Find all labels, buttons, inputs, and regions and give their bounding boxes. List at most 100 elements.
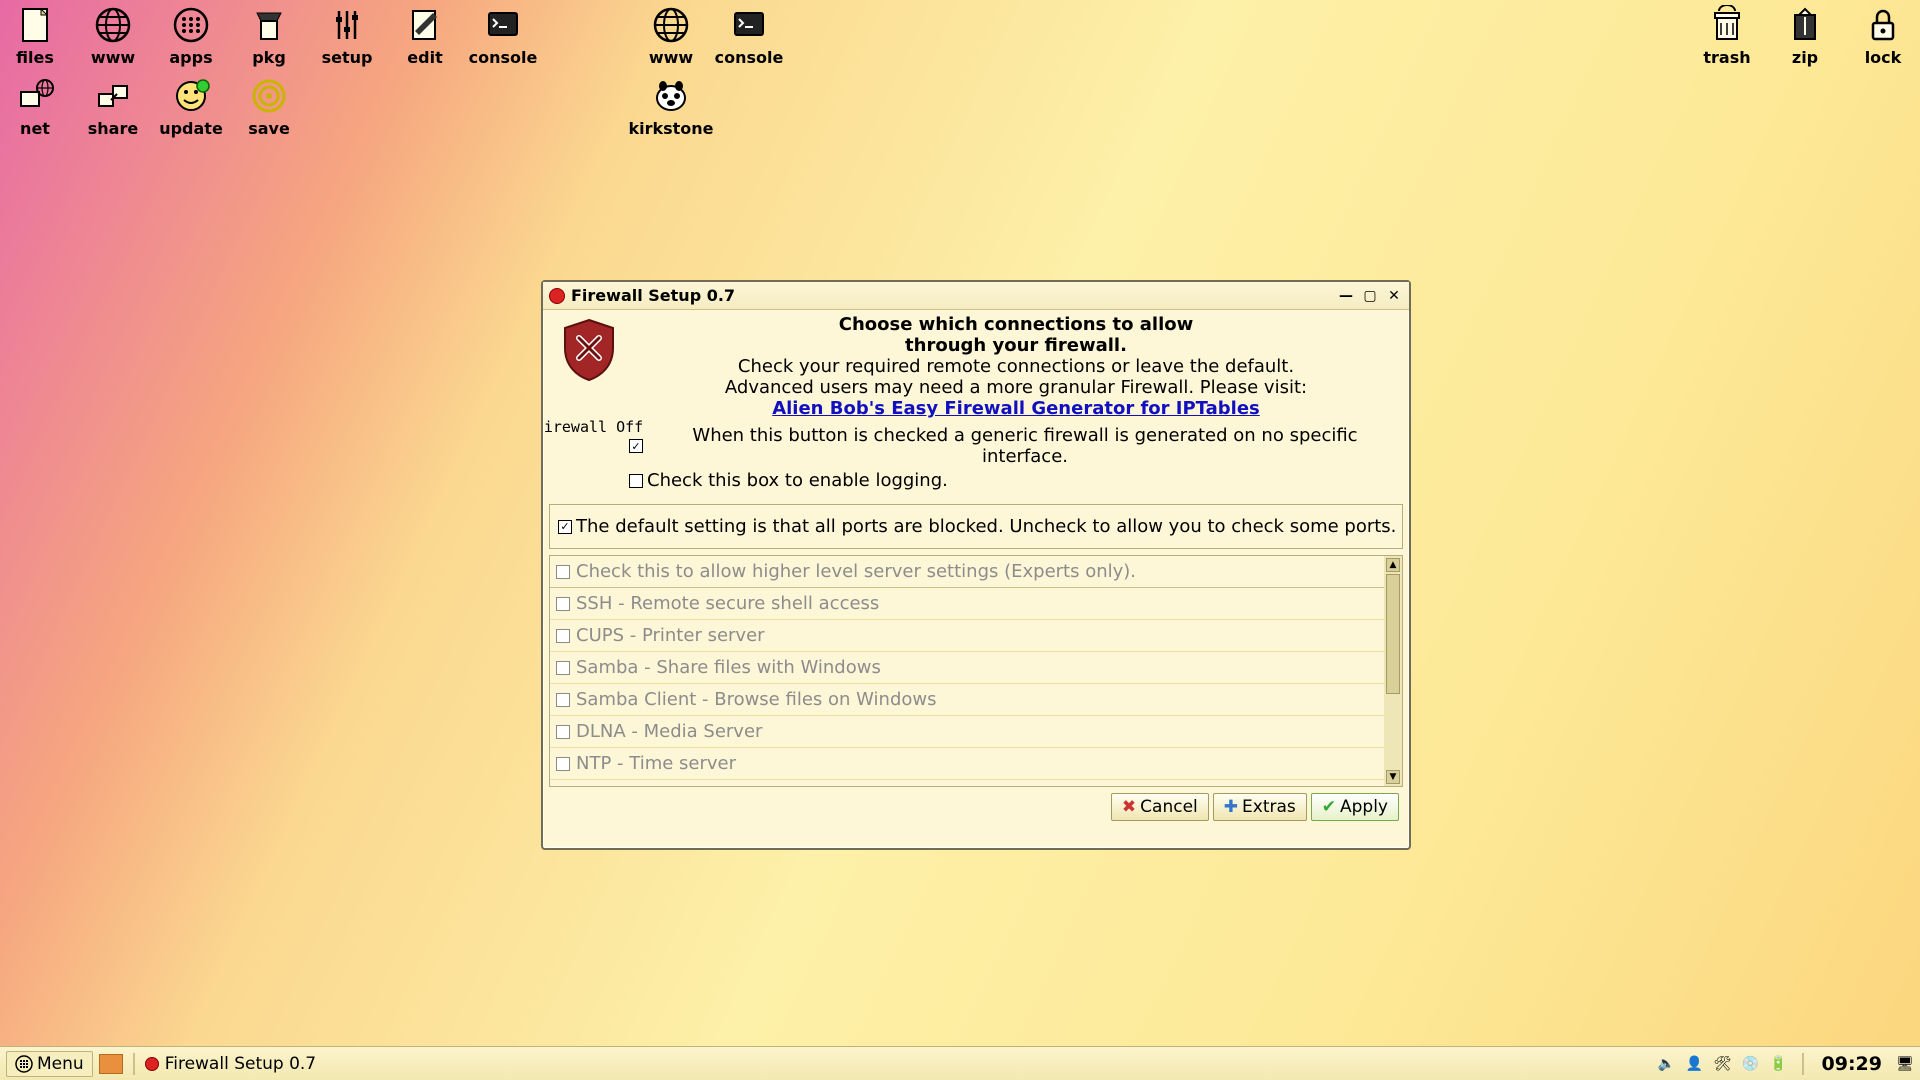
minimize-button[interactable]: — xyxy=(1337,287,1355,305)
port-label: ftp - File transfer protocol xyxy=(576,785,805,786)
generic-firewall-checkbox[interactable] xyxy=(629,439,643,453)
cancel-button[interactable]: ✖Cancel xyxy=(1111,793,1209,821)
files-icon xyxy=(14,4,56,46)
default-ports-box: The default setting is that all ports ar… xyxy=(549,504,1403,549)
desktop-icon-files[interactable]: files xyxy=(4,4,66,67)
extras-button[interactable]: ✚Extras xyxy=(1213,793,1307,821)
desktop-icon-label: setup xyxy=(322,48,373,67)
apply-button[interactable]: ✔Apply xyxy=(1311,793,1399,821)
port-item[interactable]: Samba - Share files with Windows xyxy=(550,652,1384,684)
port-checkbox[interactable] xyxy=(556,725,570,739)
logging-checkbox[interactable] xyxy=(629,474,643,488)
desktop-icon-trash[interactable]: trash xyxy=(1696,4,1758,67)
menu-icon xyxy=(15,1055,33,1073)
port-item[interactable]: SSH - Remote secure shell access xyxy=(550,588,1384,620)
shield-icon xyxy=(561,318,617,382)
desktop-icon-label: lock xyxy=(1865,48,1902,67)
scroll-down-button[interactable]: ▼ xyxy=(1386,770,1400,784)
port-label: Samba Client - Browse files on Windows xyxy=(576,689,936,710)
heading-line-2: through your firewall. xyxy=(629,335,1403,356)
desktop-icon-zip[interactable]: zip xyxy=(1774,4,1836,67)
desktop-icons-mid: www console kirkstone xyxy=(640,4,780,138)
taskbar: Menu Firewall Setup 0.7 🔈 👤 🛠 💿 🔋 09:29 … xyxy=(0,1046,1920,1080)
port-item[interactable]: DLNA - Media Server xyxy=(550,716,1384,748)
net-icon xyxy=(14,75,56,117)
desktop-icon-apps[interactable]: apps xyxy=(160,4,222,67)
apps-icon xyxy=(170,4,212,46)
port-label: NTP - Time server xyxy=(576,753,736,774)
trash-icon xyxy=(1706,4,1748,46)
port-item[interactable]: NTP - Time server xyxy=(550,748,1384,780)
system-tray: 🔈 👤 🛠 💿 🔋 09:29 🖥 xyxy=(1658,1053,1914,1075)
desktop-icon-setup[interactable]: setup xyxy=(316,4,378,67)
scroll-thumb[interactable] xyxy=(1386,574,1400,694)
port-label: Samba - Share files with Windows xyxy=(576,657,881,678)
desktop-icon-www2[interactable]: www xyxy=(640,4,702,67)
port-checkbox[interactable] xyxy=(556,661,570,675)
pkg-icon xyxy=(248,4,290,46)
clock[interactable]: 09:29 xyxy=(1818,1053,1886,1075)
sub-line-2: Advanced users may need a more granular … xyxy=(629,377,1403,398)
port-item[interactable]: Check this to allow higher level server … xyxy=(550,556,1384,588)
desktop-icon-kirkstone[interactable]: kirkstone xyxy=(640,75,702,138)
www2-icon xyxy=(650,4,692,46)
workspace-pager[interactable] xyxy=(99,1054,123,1074)
port-checkbox[interactable] xyxy=(556,693,570,707)
desktop-icons-right: trash zip lock xyxy=(1696,4,1914,67)
port-checkbox[interactable] xyxy=(556,629,570,643)
desktop-icon-label: trash xyxy=(1703,48,1750,67)
desktop-icon-update[interactable]: update xyxy=(160,75,222,138)
desktop-icon-share[interactable]: share xyxy=(82,75,144,138)
desktop-icon-save[interactable]: save xyxy=(238,75,300,138)
titlebar[interactable]: Firewall Setup 0.7 — ▢ ✕ xyxy=(543,282,1409,310)
desktop-icon-label: www xyxy=(91,48,135,67)
port-item[interactable]: ftp - File transfer protocol xyxy=(550,780,1384,786)
desktop-icon-console[interactable]: console xyxy=(472,4,534,67)
app-icon xyxy=(549,288,565,304)
desktop-icon-www[interactable]: www xyxy=(82,4,144,67)
tray-desktop-icon[interactable]: 🖥 xyxy=(1896,1055,1914,1073)
close-button[interactable]: ✕ xyxy=(1385,287,1403,305)
port-item[interactable]: CUPS - Printer server xyxy=(550,620,1384,652)
port-list: Check this to allow higher level server … xyxy=(549,555,1403,787)
tray-user-icon[interactable]: 👤 xyxy=(1686,1055,1704,1073)
www-icon xyxy=(92,4,134,46)
port-checkbox[interactable] xyxy=(556,757,570,771)
port-label: CUPS - Printer server xyxy=(576,625,765,646)
desktop-icon-console2[interactable]: console xyxy=(718,4,780,67)
desktop-icon-label: apps xyxy=(169,48,212,67)
update-icon xyxy=(170,75,212,117)
taskbar-entry-firewall[interactable]: Firewall Setup 0.7 xyxy=(145,1054,316,1074)
tray-disk-icon[interactable]: 💿 xyxy=(1742,1055,1760,1073)
console2-icon xyxy=(728,4,770,46)
menu-button[interactable]: Menu xyxy=(6,1051,93,1077)
default-ports-checkbox[interactable] xyxy=(558,520,572,534)
task-label: Firewall Setup 0.7 xyxy=(165,1054,316,1074)
port-checkbox[interactable] xyxy=(556,565,570,579)
desktop-icon-pkg[interactable]: pkg xyxy=(238,4,300,67)
maximize-button[interactable]: ▢ xyxy=(1361,287,1379,305)
desktop-icon-label: zip xyxy=(1792,48,1818,67)
desktop-icon-edit[interactable]: edit xyxy=(394,4,456,67)
firewall-generator-link[interactable]: Alien Bob's Easy Firewall Generator for … xyxy=(772,398,1260,419)
port-label: DLNA - Media Server xyxy=(576,721,762,742)
tray-battery-icon[interactable]: 🔋 xyxy=(1770,1055,1788,1073)
scroll-up-button[interactable]: ▲ xyxy=(1386,558,1400,572)
heading-line-1: Choose which connections to allow xyxy=(629,314,1403,335)
logging-label: Check this box to enable logging. xyxy=(647,470,948,491)
tray-tools-icon[interactable]: 🛠 xyxy=(1714,1055,1732,1073)
port-item[interactable]: Samba Client - Browse files on Windows xyxy=(550,684,1384,716)
desktop-icon-label: net xyxy=(20,119,50,138)
tray-volume-icon[interactable]: 🔈 xyxy=(1658,1055,1676,1073)
desktop-icon-lock[interactable]: lock xyxy=(1852,4,1914,67)
sub-line-1: Check your required remote connections o… xyxy=(629,356,1403,377)
desktop-icon-label: www xyxy=(649,48,693,67)
desktop-icon-label: console xyxy=(469,48,538,67)
desktop-icon-net[interactable]: net xyxy=(4,75,66,138)
share-icon xyxy=(92,75,134,117)
desktop-icon-label: kirkstone xyxy=(628,119,713,138)
port-checkbox[interactable] xyxy=(556,597,570,611)
port-label: SSH - Remote secure shell access xyxy=(576,593,879,614)
scrollbar[interactable]: ▲ ▼ xyxy=(1384,556,1402,786)
desktop-icon-label: edit xyxy=(407,48,442,67)
